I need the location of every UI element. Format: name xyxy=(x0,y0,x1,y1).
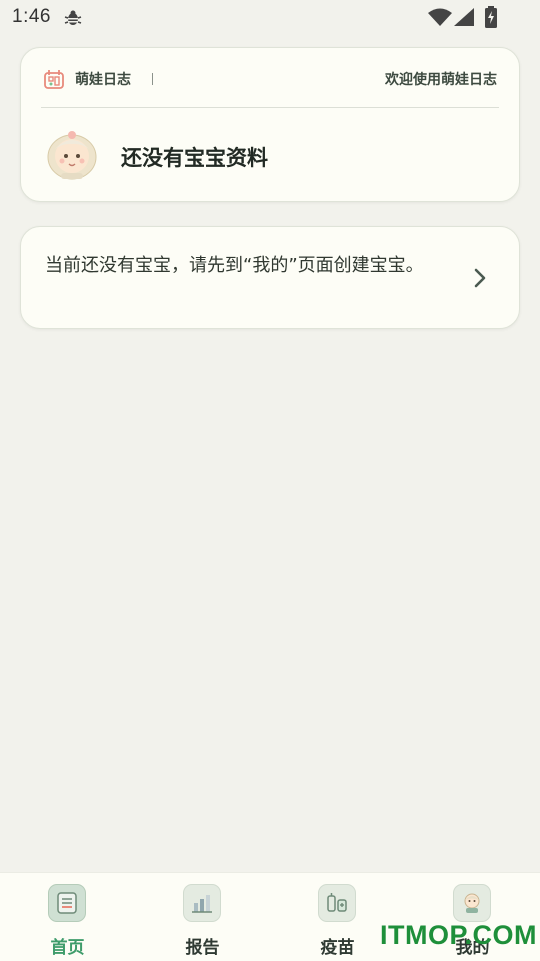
battery-icon xyxy=(484,6,498,32)
divider xyxy=(41,107,499,108)
app-logo-icon xyxy=(43,68,65,94)
profile-status: 还没有宝宝资料 xyxy=(121,146,268,170)
header-separator xyxy=(152,73,153,85)
status-bar: 1:46 xyxy=(0,0,540,36)
home-icon xyxy=(48,884,86,922)
signal-icon xyxy=(454,8,474,30)
bug-icon xyxy=(64,9,82,31)
wifi-icon xyxy=(428,8,452,30)
baby-avatar[interactable] xyxy=(45,127,99,185)
site-watermark: ITMOP.COM xyxy=(380,920,538,950)
welcome-text: 欢迎使用萌娃日志 xyxy=(385,72,497,88)
app-name: 萌娃日志 xyxy=(75,72,131,88)
notice-text: 当前还没有宝宝，请先到“我的”页面创建宝宝。 xyxy=(45,255,424,276)
create-baby-notice-card[interactable]: 当前还没有宝宝，请先到“我的”页面创建宝宝。 xyxy=(20,226,520,329)
vaccine-icon xyxy=(318,884,356,922)
profile-icon xyxy=(453,884,491,922)
nav-label-home: 首页 xyxy=(50,938,85,958)
nav-label-report: 报告 xyxy=(185,938,220,958)
chevron-right-icon xyxy=(473,267,487,293)
report-icon xyxy=(183,884,221,922)
baby-profile-card[interactable]: 萌娃日志 欢迎使用萌娃日志 还没有宝宝资料 xyxy=(20,47,520,202)
nav-item-home[interactable]: 首页 xyxy=(0,873,135,961)
status-time: 1:46 xyxy=(12,6,51,27)
nav-item-report[interactable]: 报告 xyxy=(135,873,270,961)
